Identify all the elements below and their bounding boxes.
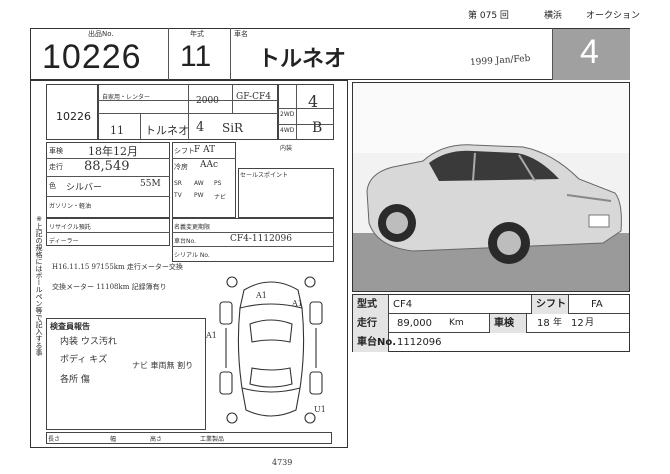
spec-month-unit: 月 [585,318,595,328]
spec-mileage-value: 89,000 [397,318,432,329]
car-name: トルネオ [258,47,347,72]
equip-navi: ナビ [214,194,227,201]
registration-label: 名義変更期限 [174,224,211,231]
note-line-1: H16.11.15 97155km 走行メーター交換 [52,263,183,271]
grade-field: SiR [222,121,244,135]
damage-mark-4: U1 [314,405,326,414]
equip-sr: SR [174,180,182,187]
mileage-value: 88,549 [84,159,130,174]
spec-type-label: 型式 [353,295,389,314]
fuel-label: ガソリン・軽油 [49,203,92,210]
report-line-1: 内装 ウス汚れ [60,337,117,347]
damage-mark-3: A1 [206,331,217,340]
ac-label: 冷房 [174,163,188,171]
car-damage-diagram: A1 A1 A1 U1 [206,276,326,424]
footer-width: 幅 [110,436,117,443]
spec-table: 型式 CF4 シフト FA 走行 89,000 Km 車検 18 年 12 月 … [352,294,630,352]
shift-value: F AT [194,145,216,155]
damage-mark-1: A1 [255,291,267,300]
inspection-label: 車検 [49,147,63,155]
year-value: 11 [180,40,212,73]
spec-year-unit: 年 [553,318,563,328]
dealer-label: ディーラー [49,238,79,245]
bottom-note: 4739 [272,458,293,467]
recycle-label: リサイクル預託 [49,224,91,231]
spec-inspection-label: 車検 [489,314,527,333]
report-line-2: ボディ キズ [60,355,108,365]
spec-mileage-unit: Km [449,318,464,328]
equip-aw: AW [194,180,204,187]
serial-label: シリアル No. [174,252,210,259]
outer-score: 4 [308,92,319,111]
doors-field: 4 [196,120,205,135]
spec-frame-label: 車台No. [353,333,396,352]
spec-frame-value: 1112096 [397,337,442,348]
name-label: 車名 [234,30,248,38]
inspection-value: 18年12月 [88,145,138,158]
footer-height: 高さ [150,436,163,443]
header-session: 第 075 回 [468,11,509,21]
header-venue: 横浜 [544,11,563,21]
equip-pw: PW [194,192,204,199]
report-line-3: 各所 傷 [60,375,90,385]
frame-value: CF4-1112096 [230,234,292,244]
note-line-2: 交換メーター 11108km 記録簿有り [52,283,167,291]
footer-industrial: 工業製品 [200,436,225,443]
year-field: 11 [110,124,124,137]
lot-number: 10226 [42,38,142,76]
mileage-label: 走行 [49,163,63,171]
name-field: トルネオ [145,124,189,137]
color-value: シルバー [66,183,103,193]
spec-shift-value: FA [591,299,603,310]
report-title: 検査員報告 [50,322,90,331]
car-photo [352,82,630,292]
drive-4wd: 4WD [280,127,295,134]
color-code: 55M [140,179,161,189]
spec-inspection-year: 18 [537,318,550,329]
frame-label: 車台No. [174,238,196,245]
stamp-lot: 10226 [56,110,91,123]
sales-point-label: セールスポイント [240,172,289,179]
year-label: 年式 [190,30,204,38]
damage-mark-2: A1 [291,299,303,308]
inner-value: B [312,120,323,136]
equip-ps: PS [214,180,222,187]
spec-type-value: CF4 [393,299,413,310]
ac-value: AAc [200,160,219,170]
report-line-4: ナビ 車両無 割り [132,361,194,370]
model-code: GF-CF4 [236,92,271,102]
footer-length: 長さ [48,436,61,443]
type-label: 自家用・レンター [102,94,151,101]
shift-label: シフト [174,147,195,155]
side-note: ※上記の規格にはボールペン等で記入する事 [35,215,43,356]
drive-2wd: 2WD [280,111,295,118]
spec-mileage-label: 走行 [353,314,389,333]
header-auction: オークション [586,11,641,21]
spec-shift-label: シフト [531,295,569,314]
inner-label: 内装 [280,145,293,152]
color-label: 色 [49,182,56,190]
grade-score: 4 [580,33,599,71]
equip-tv: TV [174,192,182,199]
cc-value: 2000 [196,96,219,106]
